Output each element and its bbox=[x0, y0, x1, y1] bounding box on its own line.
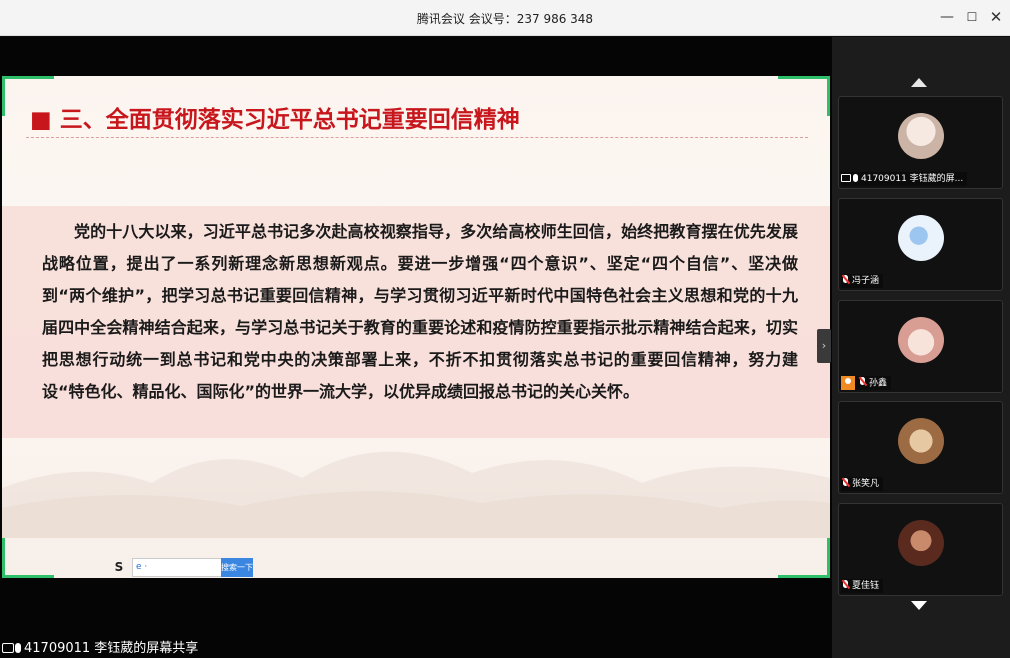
microphone-icon bbox=[853, 174, 858, 182]
muted-microphone-icon bbox=[841, 580, 850, 589]
muted-microphone-icon bbox=[858, 377, 867, 386]
avatar bbox=[898, 215, 944, 261]
participant-tile[interactable]: 孙鑫 bbox=[838, 300, 1003, 393]
avatar bbox=[898, 418, 944, 464]
window-title: 腾讯会议 会议号：237 986 348 bbox=[416, 12, 594, 26]
title-bar: 腾讯会议 会议号：237 986 348 — ☐ ✕ bbox=[0, 0, 1010, 36]
participant-name: 孙鑫 bbox=[841, 375, 892, 390]
participant-tile[interactable]: 41709011 李钰葳的屏... bbox=[838, 96, 1003, 189]
screen-share-icon bbox=[841, 174, 851, 182]
participant-name-text: 孙鑫 bbox=[869, 378, 888, 388]
slide-corner-bottom-left bbox=[2, 538, 54, 578]
participant-name: 41709011 李钰葳的屏... bbox=[841, 172, 968, 186]
search-field[interactable]: e · bbox=[132, 558, 226, 577]
screen-share-label: 41709011 李钰葳的屏幕共享 bbox=[0, 640, 832, 658]
participant-name-text: 冯子涵 bbox=[852, 276, 880, 286]
muted-microphone-icon bbox=[841, 478, 850, 487]
participant-tile[interactable]: 张笑凡 bbox=[838, 401, 1003, 494]
participant-name: 冯子涵 bbox=[841, 274, 884, 288]
maximize-button[interactable]: ☐ bbox=[963, 8, 981, 26]
app-logo-icon: S bbox=[114, 560, 124, 574]
participant-name-text: 张笑凡 bbox=[852, 479, 880, 489]
minimize-button[interactable]: — bbox=[938, 8, 956, 26]
participant-name-text: 夏佳钰 bbox=[852, 581, 880, 591]
participant-name-text: 41709011 李钰葳的屏... bbox=[861, 174, 964, 184]
screen-share-text: 41709011 李钰葳的屏幕共享 bbox=[24, 641, 199, 656]
shared-search-toolbar: S e · 搜索一下 bbox=[112, 558, 262, 578]
meeting-window: 腾讯会议 会议号：237 986 348 — ☐ ✕ ■ 三、全面贯彻落实习近平… bbox=[0, 0, 1010, 658]
presentation-slide: ■ 三、全面贯彻落实习近平总书记重要回信精神 党的十八大以来，习近平总书记多次赴… bbox=[2, 76, 830, 578]
slide-corner-bottom-right bbox=[778, 538, 830, 578]
slide-title: ■ 三、全面贯彻落实习近平总书记重要回信精神 bbox=[30, 107, 520, 133]
collapse-sidebar-button[interactable]: › bbox=[817, 329, 831, 363]
avatar bbox=[898, 520, 944, 566]
muted-microphone-icon bbox=[841, 275, 850, 284]
scroll-down-icon[interactable] bbox=[911, 601, 927, 610]
slide-paragraph: 党的十八大以来，习近平总书记多次赴高校视察指导，多次给高校师生回信，始终把教育摆… bbox=[42, 222, 798, 401]
avatar bbox=[898, 113, 944, 159]
title-divider bbox=[26, 137, 808, 138]
participant-tile[interactable]: 冯子涵 bbox=[838, 198, 1003, 291]
scroll-up-icon[interactable] bbox=[911, 78, 927, 87]
avatar bbox=[898, 317, 944, 363]
search-button[interactable]: 搜索一下 bbox=[221, 558, 253, 577]
host-badge-icon bbox=[841, 375, 855, 390]
participant-name: 夏佳钰 bbox=[841, 579, 884, 593]
participant-tile[interactable]: 夏佳钰 bbox=[838, 503, 1003, 596]
close-button[interactable]: ✕ bbox=[987, 8, 1005, 26]
participant-name: 张笑凡 bbox=[841, 477, 884, 491]
screen-share-icon bbox=[2, 643, 14, 653]
microphone-icon bbox=[15, 643, 21, 653]
slide-corner-top-right bbox=[778, 76, 830, 116]
